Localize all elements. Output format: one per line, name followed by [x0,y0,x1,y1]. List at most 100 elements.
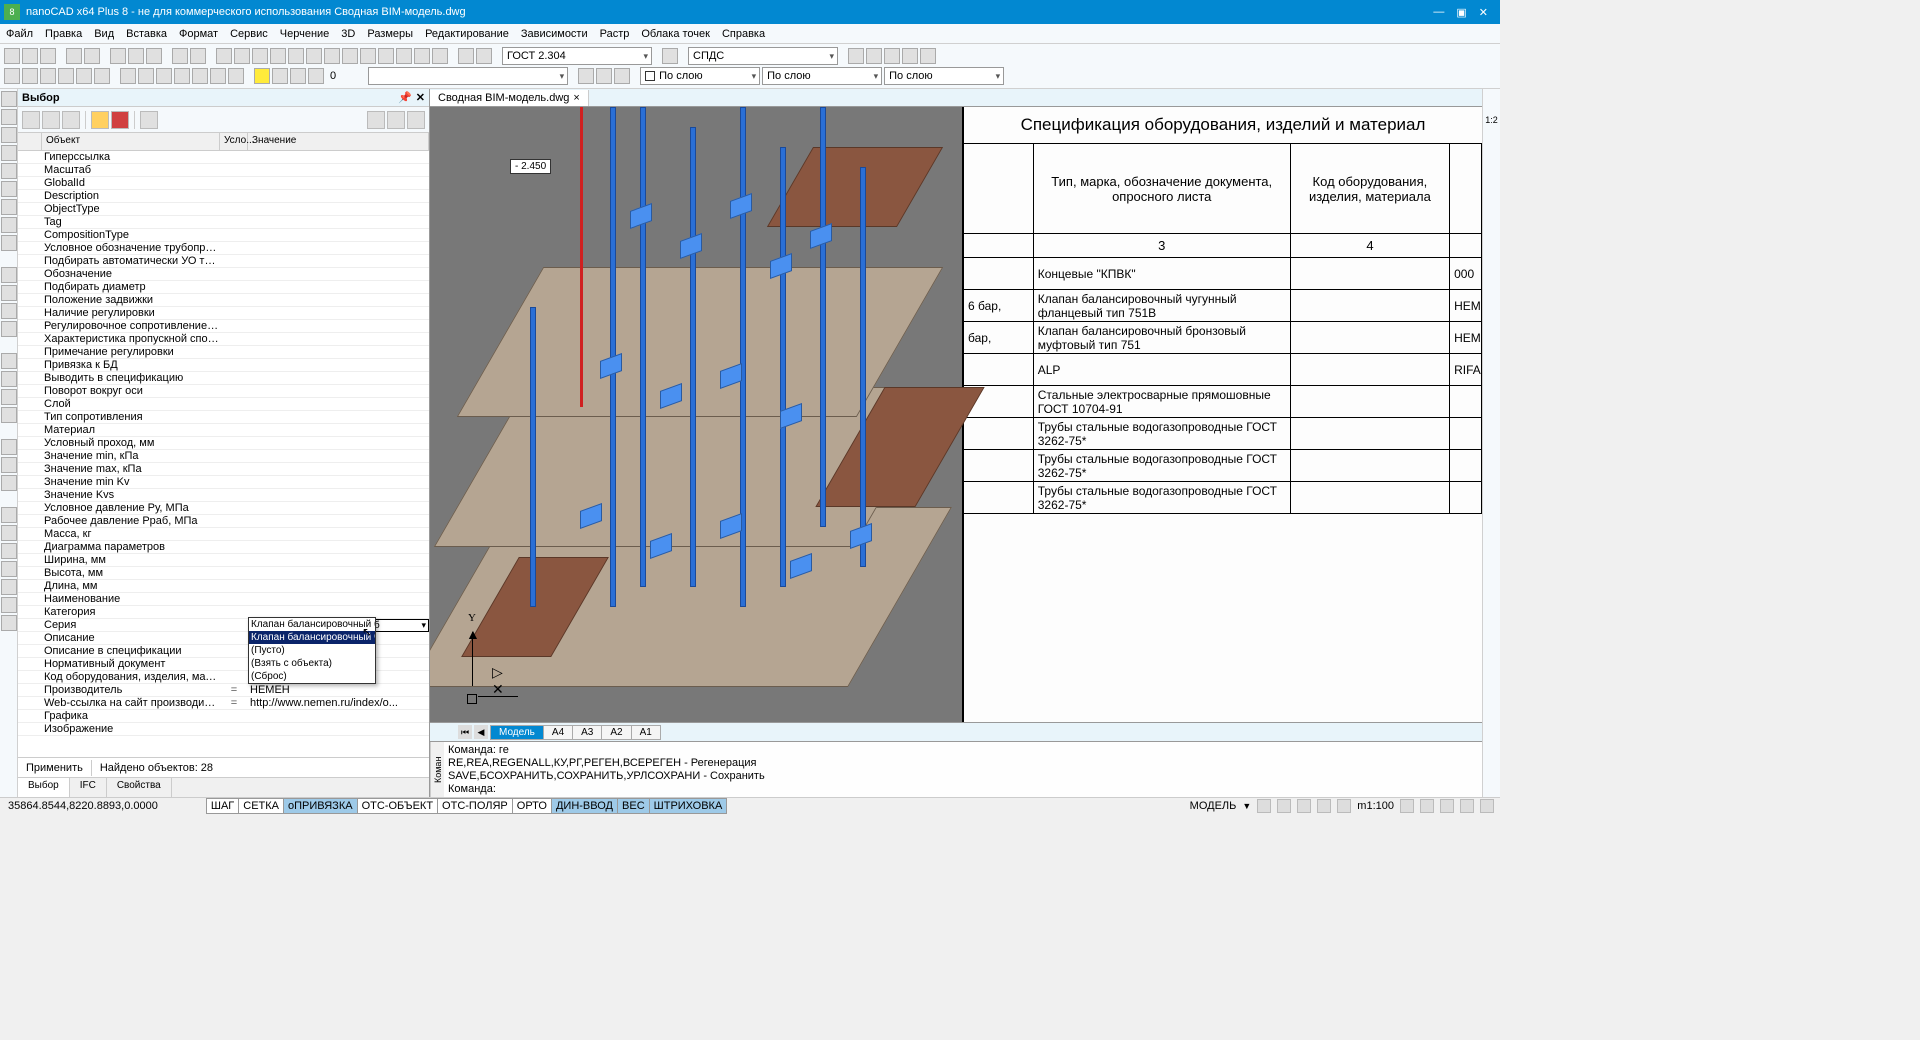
tool-icon[interactable] [1,389,17,405]
tool-icon[interactable] [76,68,92,84]
menu-формат[interactable]: Формат [179,28,218,40]
tool-icon[interactable] [342,48,358,64]
property-row[interactable]: Наименование [18,593,429,606]
tool-icon[interactable] [94,68,110,84]
panel-tool-icon[interactable] [367,111,385,129]
property-row[interactable]: Поворот вокруг оси [18,385,429,398]
tool-icon[interactable] [1,267,17,283]
tool-icon[interactable] [272,68,288,84]
tool-icon[interactable] [1,303,17,319]
tool-icon[interactable] [1,457,17,473]
status-toggle[interactable]: ОРТО [512,798,552,814]
tool-icon[interactable] [270,48,286,64]
prop-value[interactable]: http://www.nemen.ru/index/o... [248,697,429,709]
property-row[interactable]: Значение Kvs [18,489,429,502]
tool-icon[interactable] [58,68,74,84]
tool-icon[interactable] [1,561,17,577]
property-row[interactable]: Высота, мм [18,567,429,580]
color-combo[interactable]: По слою [640,67,760,85]
prop-condition[interactable]: = [220,697,248,709]
panel-tool-icon[interactable] [407,111,425,129]
tool-icon[interactable] [1,475,17,491]
delete-icon[interactable] [111,111,129,129]
tool-icon[interactable] [156,68,172,84]
property-row[interactable]: Description [18,190,429,203]
tool-icon[interactable] [596,68,612,84]
polyline-icon[interactable] [1,127,17,143]
tool-icon[interactable] [476,48,492,64]
prop-value[interactable]: HEMEH [248,684,429,696]
property-row[interactable]: Условное обозначение трубопровода [18,242,429,255]
folder-icon[interactable] [91,111,109,129]
property-row[interactable]: Производитель=HEMEH [18,684,429,697]
tab-nav-prev[interactable]: ◀ [474,725,488,739]
paste-icon[interactable] [146,48,162,64]
layout-tab[interactable]: A3 [572,725,602,740]
property-row[interactable]: Условное давление Ру, МПа [18,502,429,515]
text-icon[interactable] [1,371,17,387]
tool-icon[interactable] [22,68,38,84]
doc-tab-active[interactable]: Сводная BIM-модель.dwg× [430,90,589,106]
menu-3d[interactable]: 3D [341,28,355,40]
tool-icon[interactable] [414,48,430,64]
status-icon[interactable] [1400,799,1414,813]
arc-icon[interactable] [1,181,17,197]
layout-tab[interactable]: A1 [631,725,661,740]
status-toggle[interactable]: ВЕС [617,798,650,814]
tool-icon[interactable] [324,48,340,64]
property-row[interactable]: Подбирать автоматически УО трубопровода [18,255,429,268]
viewport[interactable]: - 2.450 Y ▲ ▷ ✕ Спецификация оборудовани… [430,107,1482,722]
tool-icon[interactable] [360,48,376,64]
menu-черчение[interactable]: Черчение [280,28,330,40]
status-toggle[interactable]: оПРИВЯЗКА [283,798,358,814]
property-row[interactable]: Значение min Kv [18,476,429,489]
col-value[interactable]: Значение [248,133,429,150]
property-row[interactable]: Слой [18,398,429,411]
tool-icon[interactable] [1,407,17,423]
status-icon[interactable] [1257,799,1271,813]
tool-icon[interactable] [378,48,394,64]
property-row[interactable]: Примечание регулировки [18,346,429,359]
menu-правка[interactable]: Правка [45,28,82,40]
tool-icon[interactable] [1,525,17,541]
menu-редактирование[interactable]: Редактирование [425,28,509,40]
tool-icon[interactable] [4,68,20,84]
layer-combo[interactable] [368,67,568,85]
menu-файл[interactable]: Файл [6,28,33,40]
dropdown-item[interactable]: Клапан балансировочный брон [249,618,375,631]
preview-icon[interactable] [84,48,100,64]
tool-icon[interactable] [1,91,17,107]
tool-icon[interactable] [884,48,900,64]
panel-tool-icon[interactable] [387,111,405,129]
tool-icon[interactable] [662,48,678,64]
print-icon[interactable] [66,48,82,64]
tool-icon[interactable] [396,48,412,64]
panel-tool-icon[interactable] [42,111,60,129]
tab-nav-first[interactable]: ⏮ [458,725,472,739]
property-row[interactable]: GlobalId [18,177,429,190]
panel-close-icon[interactable]: ✕ [416,91,425,104]
property-row[interactable]: ObjectType [18,203,429,216]
menu-облака точек[interactable]: Облака точек [641,28,710,40]
panel-tab[interactable]: Выбор [18,778,70,797]
property-row[interactable]: Значение max, кПа [18,463,429,476]
property-row[interactable]: Материал [18,424,429,437]
col-object[interactable]: Объект [42,133,220,150]
tool-icon[interactable] [120,68,136,84]
linetype-combo[interactable]: По слою [762,67,882,85]
status-icon[interactable] [1460,799,1474,813]
tool-icon[interactable] [848,48,864,64]
property-row[interactable]: Рабочее давление Рраб, МПа [18,515,429,528]
property-row[interactable]: Длина, мм [18,580,429,593]
point-icon[interactable] [1,235,17,251]
lineweight-combo[interactable]: По слою [884,67,1004,85]
tool-icon[interactable] [866,48,882,64]
col-condition[interactable]: Усло... [220,133,248,150]
status-icon[interactable] [1337,799,1351,813]
tool-icon[interactable] [216,48,232,64]
copy-icon[interactable] [128,48,144,64]
new-icon[interactable] [4,48,20,64]
spline-icon[interactable] [1,199,17,215]
layout-tab[interactable]: A4 [543,725,573,740]
dropdown-item[interactable]: (Пусто) [249,644,375,657]
